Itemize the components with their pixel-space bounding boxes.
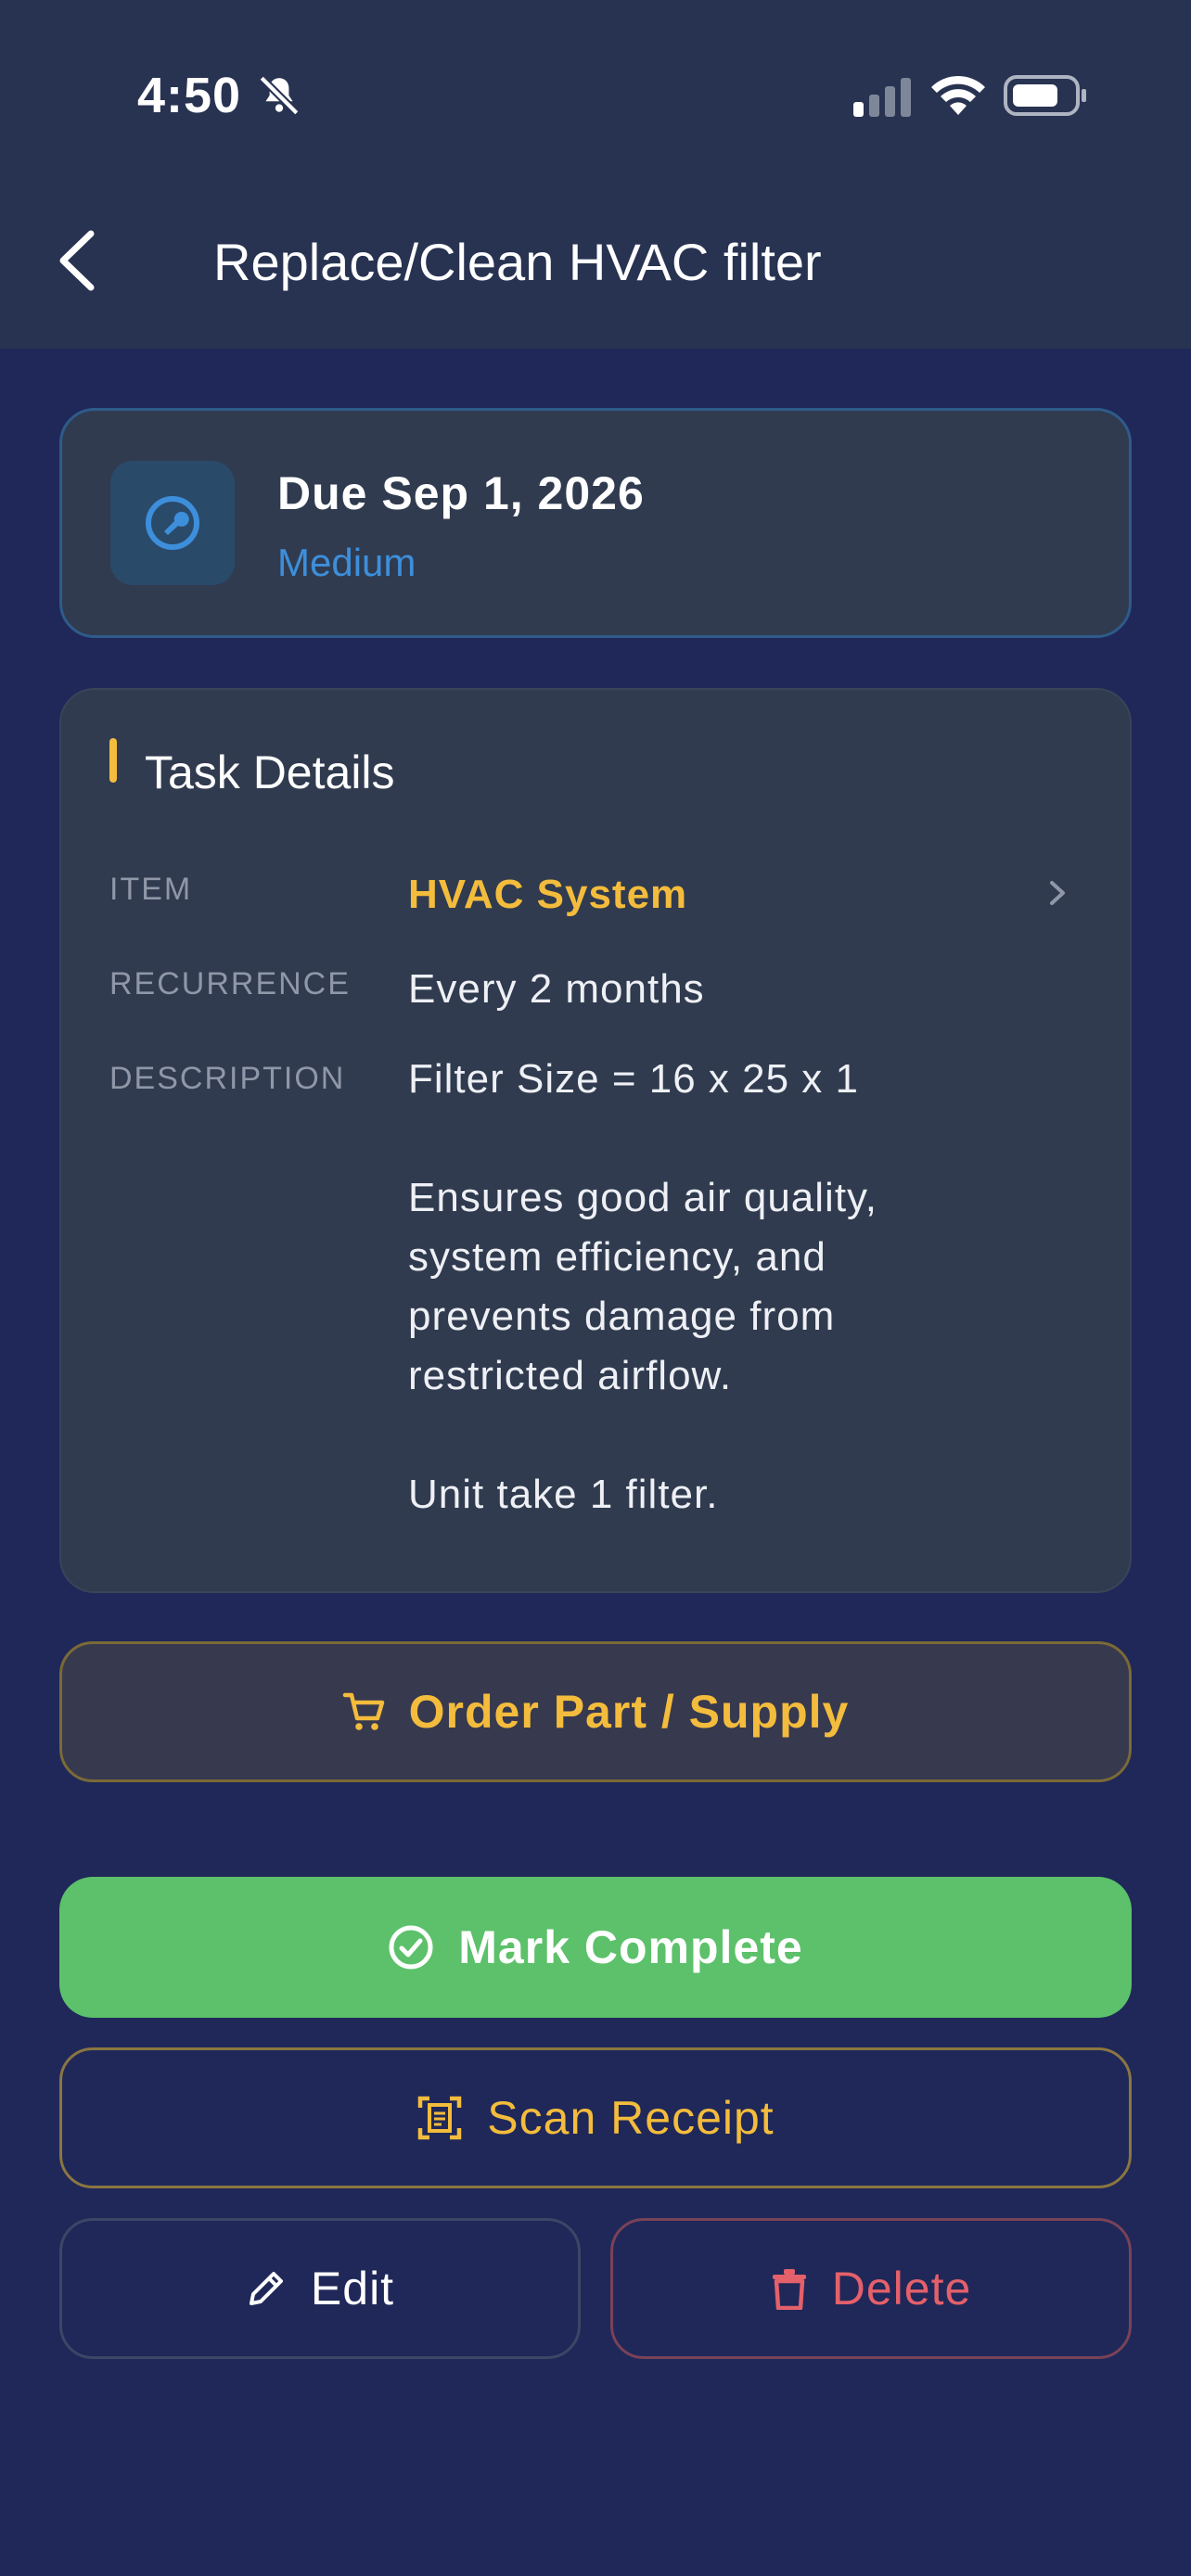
section-accent-bar [109, 738, 117, 783]
item-link[interactable]: HVAC System [408, 872, 687, 918]
edit-button[interactable]: Edit [59, 2218, 581, 2359]
pencil-icon [249, 2272, 283, 2305]
mark-complete-label: Mark Complete [458, 1921, 803, 1973]
item-label: ITEM [109, 872, 193, 907]
edit-label: Edit [310, 2263, 395, 2315]
cart-icon [342, 1692, 384, 1730]
check-circle-icon [389, 1925, 433, 1970]
delete-button[interactable]: Delete [610, 2218, 1132, 2359]
order-part-label: Order Part / Supply [408, 1686, 850, 1738]
back-button[interactable] [56, 228, 111, 302]
status-time: 4:50 [137, 68, 242, 123]
chevron-right-icon[interactable] [1046, 879, 1069, 912]
section-title: Task Details [145, 746, 395, 798]
priority-label: Medium [277, 541, 416, 584]
wifi-icon [931, 74, 985, 120]
due-card: Due Sep 1, 2026 Medium [59, 408, 1132, 638]
wrench-icon [146, 496, 199, 550]
order-part-button[interactable]: Order Part / Supply [59, 1641, 1132, 1782]
trash-icon [772, 2269, 806, 2310]
scan-receipt-label: Scan Receipt [487, 2092, 775, 2144]
recurrence-label: RECURRENCE [109, 966, 351, 1001]
signal-icon [853, 78, 913, 121]
scan-icon [418, 2096, 462, 2140]
back-chevron-icon [59, 230, 95, 291]
due-date: Due Sep 1, 2026 [277, 467, 645, 519]
delete-label: Delete [831, 2263, 972, 2315]
task-icon-box [110, 461, 235, 585]
page-title: Replace/Clean HVAC filter [213, 233, 822, 291]
scan-receipt-button[interactable]: Scan Receipt [59, 2047, 1132, 2188]
bell-slash-icon [256, 72, 302, 123]
description-label: DESCRIPTION [109, 1061, 346, 1096]
battery-icon [1004, 74, 1087, 121]
description-value: Filter Size = 16 x 25 x 1 Ensures good a… [408, 1056, 878, 1517]
mark-complete-button[interactable]: Mark Complete [59, 1877, 1132, 2018]
app-header: 4:50 Replace/Clean HVAC filter [0, 0, 1191, 349]
recurrence-value: Every 2 months [408, 966, 705, 1012]
task-details-card: Task Details ITEM HVAC System RECURRENCE… [59, 688, 1132, 1593]
